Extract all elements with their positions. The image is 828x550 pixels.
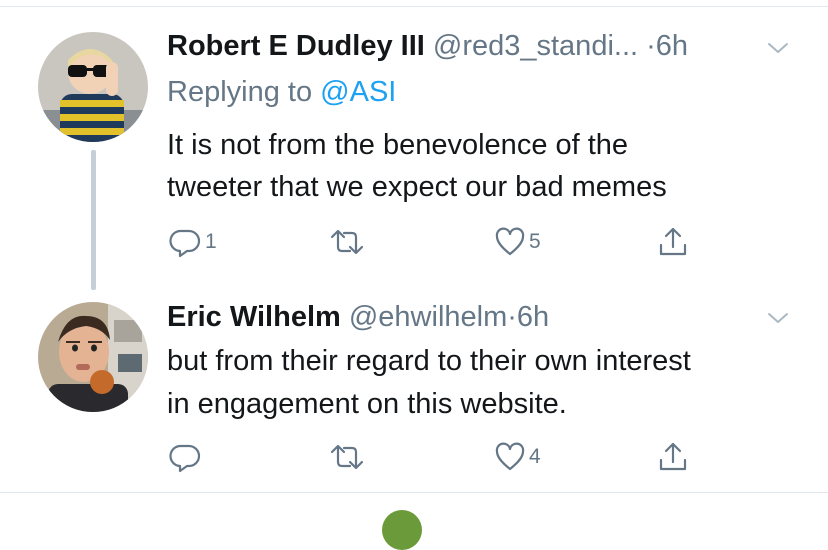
tweet-text-line-2: in engagement on this website. xyxy=(167,388,567,420)
like-count: 5 xyxy=(529,230,541,253)
mention-link[interactable]: @ASI xyxy=(320,76,396,108)
retweet-icon xyxy=(330,229,364,255)
author-handle[interactable]: @red3_standi... xyxy=(433,30,638,62)
share-button[interactable] xyxy=(656,440,690,474)
next-tweet-avatar[interactable] xyxy=(382,510,422,550)
tweet-text-line-2: tweeter that we expect our bad memes xyxy=(167,171,667,203)
author-name[interactable]: Robert E Dudley III xyxy=(167,30,425,62)
heart-icon xyxy=(495,227,525,256)
reply-button[interactable]: 1 xyxy=(168,225,217,259)
separator-dot: · xyxy=(507,301,517,333)
timestamp[interactable]: 6h xyxy=(517,301,549,333)
reply-button[interactable] xyxy=(168,440,205,474)
share-icon xyxy=(659,227,687,256)
share-button[interactable] xyxy=(656,225,690,259)
tweet-header: Eric Wilhelm @ehwilhelm·6h xyxy=(167,299,549,335)
avatar-eric[interactable] xyxy=(38,302,148,412)
reply-icon xyxy=(169,444,201,473)
avatar-robert[interactable] xyxy=(38,32,148,142)
bottom-divider xyxy=(0,492,828,493)
replying-to: Replying to @ASI xyxy=(167,74,396,110)
chevron-down-icon[interactable] xyxy=(766,40,790,56)
top-divider xyxy=(0,6,828,7)
tweet-header: Robert E Dudley III @red3_standi... ·6h xyxy=(167,28,688,64)
like-button[interactable]: 4 xyxy=(494,440,541,474)
share-icon xyxy=(659,442,687,471)
separator-dot: · xyxy=(638,30,656,62)
author-name[interactable]: Eric Wilhelm xyxy=(167,301,341,333)
chevron-down-icon[interactable] xyxy=(766,310,790,326)
author-handle[interactable]: @ehwilhelm xyxy=(349,301,507,333)
tweet-text-line-1: It is not from the benevolence of the xyxy=(167,129,629,161)
reply-count: 1 xyxy=(205,230,217,253)
like-button[interactable]: 5 xyxy=(494,225,541,259)
timestamp[interactable]: 6h xyxy=(656,30,688,62)
reply-icon xyxy=(169,229,201,258)
retweet-button[interactable] xyxy=(328,225,369,259)
thread-connector-line xyxy=(91,150,96,290)
like-count: 4 xyxy=(529,445,541,468)
heart-icon xyxy=(495,442,525,471)
replying-to-label: Replying to xyxy=(167,76,321,108)
retweet-button[interactable] xyxy=(328,440,369,474)
retweet-icon xyxy=(330,444,364,470)
tweet-text-line-1: but from their regard to their own inter… xyxy=(167,345,691,377)
